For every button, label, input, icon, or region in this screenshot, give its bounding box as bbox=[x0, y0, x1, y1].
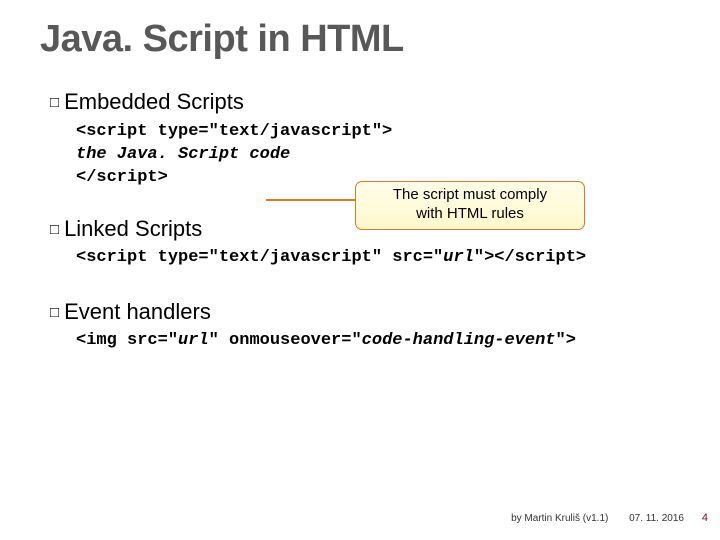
code-line: <script type="text/javascript"> bbox=[76, 121, 680, 144]
footer-author: by Martin Kruliš (v1.1) bbox=[511, 513, 608, 524]
section-suffix: Scripts bbox=[129, 216, 202, 241]
section-label: Linked bbox=[64, 216, 129, 241]
code-event: <img src="url" onmouseover="code-handlin… bbox=[76, 331, 680, 350]
section-event: □ Event handlers bbox=[50, 299, 680, 325]
section-suffix: Scripts bbox=[170, 89, 243, 114]
section-suffix: handlers bbox=[120, 299, 211, 324]
callout-box: The script must comply with HTML rules bbox=[355, 181, 585, 230]
bullet-icon: □ bbox=[50, 94, 59, 111]
slide-title: Java. Script in HTML bbox=[40, 18, 680, 61]
slide-body: Java. Script in HTML □ Embedded Scripts <… bbox=[0, 0, 720, 350]
callout-text-2: with HTML rules bbox=[364, 205, 576, 224]
code-linked: <script type="text/javascript" src="url"… bbox=[76, 248, 680, 267]
callout-text-1: The script must comply bbox=[364, 186, 576, 205]
code-embedded: <script type="text/javascript"> the Java… bbox=[76, 121, 680, 190]
code-line: the Java. Script code bbox=[76, 144, 680, 167]
footer-date: 07. 11. 2016 bbox=[629, 513, 684, 524]
section-label: Event bbox=[64, 299, 120, 324]
callout-connector bbox=[266, 199, 355, 201]
bullet-icon: □ bbox=[50, 304, 59, 321]
section-label: Embedded bbox=[64, 89, 170, 114]
bullet-icon: □ bbox=[50, 221, 59, 238]
section-embedded: □ Embedded Scripts bbox=[50, 89, 680, 115]
footer: by Martin Kruliš (v1.1) 07. 11. 2016 bbox=[511, 513, 684, 524]
page-number: 4 bbox=[702, 512, 708, 524]
